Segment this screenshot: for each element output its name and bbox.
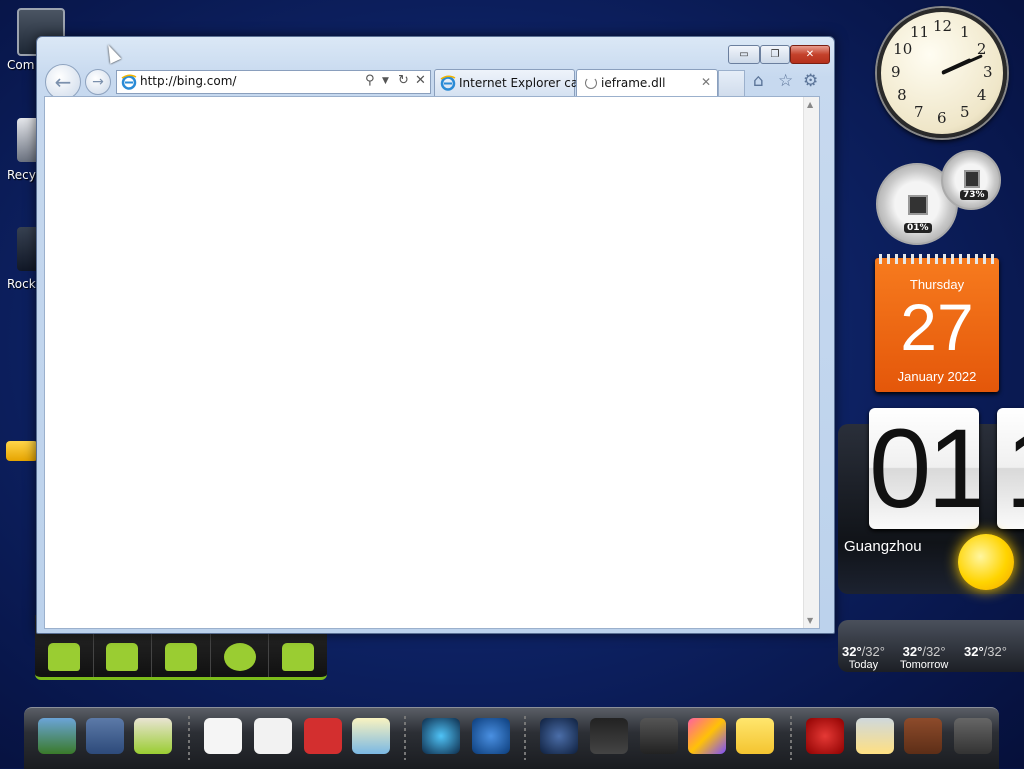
calendar-rings	[879, 254, 995, 264]
gmail-icon[interactable]	[254, 718, 292, 754]
close-button[interactable]: ✕	[790, 45, 830, 64]
stop-icon[interactable]: ✕	[415, 73, 426, 88]
chevron-down-icon[interactable]: ▼	[382, 76, 389, 86]
forecast-day: Today	[848, 659, 879, 671]
calendar-month-year: January 2022	[897, 369, 977, 384]
cpu-usage-value: 01%	[904, 223, 932, 233]
clock-number: 4	[976, 86, 987, 104]
refresh-icon[interactable]: ↻	[398, 73, 409, 88]
globe-photo-icon[interactable]	[86, 718, 124, 754]
flip-clock-minute: 1	[997, 408, 1024, 529]
photo-frame-icon[interactable]	[688, 718, 726, 754]
browser-globe-icon[interactable]	[472, 718, 510, 754]
dock-separator	[790, 716, 792, 760]
speaker-icon[interactable]	[540, 718, 578, 754]
rocketdock-tab[interactable]	[6, 441, 38, 461]
home-icon[interactable]: ⌂	[753, 71, 764, 91]
back-button[interactable]: ←	[45, 64, 81, 100]
new-tab-button[interactable]	[718, 70, 745, 97]
forecast-day: Tomorrow	[900, 659, 949, 671]
forecast-high: 32°	[842, 644, 862, 659]
youtube-icon[interactable]	[304, 718, 342, 754]
clock-number: 11	[910, 23, 930, 42]
favorites-star-icon[interactable]: ☆	[778, 71, 793, 91]
calendar-gadget[interactable]: Thursday 27 January 2022	[875, 254, 999, 392]
memory-chip-icon	[964, 170, 980, 188]
dock-separator	[524, 716, 526, 760]
forecast-tomorrow: 32°/32° Tomorrow	[900, 644, 948, 671]
gear-icon[interactable]: ⚙	[803, 71, 818, 91]
forward-arrow-icon: →	[92, 74, 104, 90]
camera-icon[interactable]	[422, 718, 460, 754]
dock-separator	[404, 716, 406, 760]
desktop-icon-label: Recy	[7, 168, 36, 182]
forecast-low: /32°	[922, 644, 946, 659]
scroll-down-icon[interactable]: ▼	[807, 616, 813, 625]
color-app-icon[interactable]	[590, 718, 628, 754]
clock-minute-hand	[941, 53, 983, 75]
weather-forecast: 32°/32° Today 32°/32° Tomorrow 32°/32°	[838, 620, 1024, 672]
tab-label: ieframe.dll	[601, 76, 666, 90]
dock-separator	[188, 716, 190, 760]
clock-number: 9	[891, 63, 901, 81]
tab-internet-explorer[interactable]: Internet Explorer ca...	[434, 69, 590, 97]
desktop-icon-label: Rock	[7, 277, 36, 291]
ie-logo-icon	[121, 74, 137, 90]
forecast-low: /32°	[983, 644, 1007, 659]
clock-number: 3	[983, 63, 993, 81]
clock-number: 7	[914, 102, 924, 121]
forecast-high: 32°	[902, 644, 923, 659]
clock-number: 6	[937, 109, 947, 127]
cpu-chip-icon	[908, 195, 928, 215]
forecast-high: 32°	[964, 644, 984, 659]
maps-icon[interactable]	[352, 718, 390, 754]
forecast-today: 32°/32° Today	[842, 644, 885, 671]
analog-clock-gadget[interactable]: 12 1 2 3 4 5 6 7 8 9 10 11	[877, 8, 1007, 138]
android-folder-icon[interactable]	[134, 718, 172, 754]
flip-clock-weather-gadget[interactable]: 01 1 Guangzhou	[838, 408, 1024, 594]
clock-number: 10	[893, 40, 913, 58]
minimize-button[interactable]: ▭	[728, 45, 760, 64]
desktop-icon-label: Com	[7, 58, 35, 72]
address-text: http://bing.com/	[140, 74, 237, 88]
forecast-low: /32°	[861, 644, 885, 659]
gallery-icon[interactable]	[38, 718, 76, 754]
calendar-date: 27	[900, 290, 974, 364]
angry-birds-icon[interactable]	[806, 718, 844, 754]
notes-icon[interactable]	[736, 718, 774, 754]
weather-city: Guangzhou	[844, 538, 922, 555]
internet-explorer-window: ▭ ❐ ✕ ← → http://bing.com/ ⚲ ▼ ↻ ✕ Inter…	[36, 36, 835, 634]
memory-meter-gauge[interactable]: 73%	[941, 150, 1001, 210]
trash-icon[interactable]	[954, 718, 992, 754]
memory-usage-value: 73%	[960, 190, 988, 200]
clock-number: 8	[897, 86, 907, 104]
page-content[interactable]: ▲ ▼	[44, 96, 820, 629]
maximize-button[interactable]: ❐	[760, 45, 790, 64]
loading-spinner-icon	[585, 77, 597, 89]
cookie-icon[interactable]	[904, 718, 942, 754]
forward-button[interactable]: →	[85, 69, 111, 95]
clock-number: 12	[933, 17, 953, 35]
clock-number: 1	[960, 23, 970, 42]
tab-label: Internet Explorer ca...	[459, 76, 590, 90]
vertical-scrollbar[interactable]: ▲ ▼	[803, 97, 819, 628]
tab-ieframe[interactable]: ieframe.dll ✕	[576, 69, 718, 97]
dock-bar	[24, 707, 999, 769]
weather-icon[interactable]	[856, 718, 894, 754]
scroll-up-icon[interactable]: ▲	[807, 100, 813, 109]
sunny-weather-icon	[958, 534, 1014, 590]
forecast-next-day: 32°/32°	[964, 644, 1007, 659]
search-icon[interactable]: ⚲	[365, 73, 375, 88]
ie-logo-icon	[440, 75, 456, 91]
play-store-icon[interactable]	[204, 718, 242, 754]
flip-clock-hour: 01	[869, 408, 979, 529]
back-arrow-icon: ←	[54, 70, 72, 94]
clock-number: 5	[960, 102, 970, 121]
address-bar[interactable]: http://bing.com/ ⚲ ▼ ↻ ✕	[116, 70, 431, 94]
calculator-icon[interactable]	[640, 718, 678, 754]
tab-close-icon[interactable]: ✕	[701, 75, 711, 89]
